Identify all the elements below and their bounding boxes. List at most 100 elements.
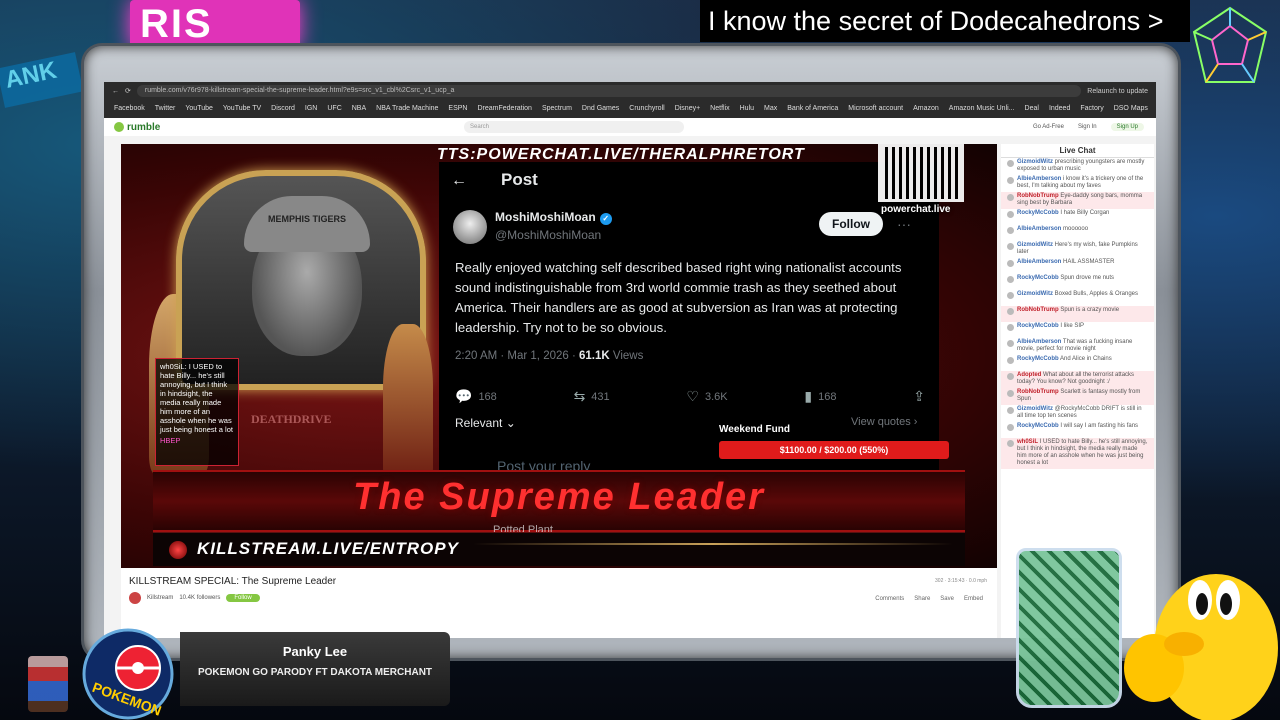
bookmark-item[interactable]: YouTube TV [223, 105, 261, 112]
chat-message: RockyMcCobb I like SIP [1001, 322, 1154, 338]
avatar [453, 210, 487, 244]
bookmark-item[interactable]: Max [764, 105, 777, 112]
repost-icon: ⇆ [573, 388, 586, 404]
relaunch-button[interactable]: Relaunch to update [1087, 88, 1148, 95]
video-action-share[interactable]: Share [914, 596, 930, 602]
chat-username[interactable]: AlbieAmberson [1017, 339, 1061, 345]
back-icon[interactable]: ← [112, 88, 119, 95]
video-action-comments[interactable]: Comments [875, 596, 904, 602]
chat-text: I will say I am fasting his fans [1060, 423, 1139, 429]
rumble-logo-icon [114, 121, 124, 132]
neon-side-sign: ANK [0, 52, 84, 108]
bookmark-item[interactable]: Facebook [114, 105, 145, 112]
chat-username[interactable]: GizmoidWitz [1017, 242, 1053, 248]
bookmark-item[interactable]: Bank of America [787, 105, 838, 112]
chat-username[interactable]: wh0SiL [1017, 439, 1038, 445]
bookmark-item[interactable]: Dnd Games [582, 105, 619, 112]
bookmark-item[interactable]: Deal [1025, 105, 1039, 112]
bookmark-item[interactable]: Indeed [1049, 105, 1070, 112]
video-action-embed[interactable]: Embed [964, 596, 983, 602]
channel-avatar[interactable] [129, 592, 141, 604]
more-icon[interactable]: ··· [897, 216, 911, 232]
chat-username[interactable]: RockyMcCobb [1017, 356, 1059, 362]
address-bar[interactable]: rumble.com/v76r978-killstream-special-th… [136, 85, 1082, 97]
tweet-actions: 💬 168 ⇆ 431 ♡ 3.6K ▮ 168 ⇪ [455, 388, 925, 405]
bookmark-item[interactable]: Hulu [740, 105, 754, 112]
chat-username[interactable]: RobNobTrump [1017, 193, 1059, 199]
go-ad-free-link[interactable]: Go Ad-Free [1033, 124, 1064, 130]
bookmark-item[interactable]: Disney+ [675, 105, 700, 112]
bookmark-item[interactable]: ESPN [448, 105, 467, 112]
chat-message: AlbieAmberson HAIL ASSMASTER [1001, 258, 1154, 274]
chat-username[interactable]: AlbieAmberson [1017, 259, 1061, 265]
chat-username[interactable]: Adopted [1017, 372, 1041, 378]
follow-button[interactable]: Follow [819, 212, 883, 236]
chat-message: RockyMcCobb I will say I am fasting his … [1001, 422, 1154, 438]
sort-relevant-dropdown[interactable]: Relevant ⌄ [455, 416, 516, 430]
bookmark-item[interactable]: UFC [327, 105, 341, 112]
chat-username[interactable]: GizmoidWitz [1017, 406, 1053, 412]
chat-username[interactable]: GizmoidWitz [1017, 159, 1053, 165]
bookmark-item[interactable]: Crunchyroll [629, 105, 664, 112]
bookmark-item[interactable]: YouTube [185, 105, 213, 112]
bookmark-item[interactable]: DSO Maps [1114, 105, 1148, 112]
search-input[interactable]: Search [464, 121, 684, 133]
chat-username[interactable]: RobNobTrump [1017, 307, 1059, 313]
tweet-text: Really enjoyed watching self described b… [455, 260, 902, 335]
chat-username[interactable]: RockyMcCobb [1017, 423, 1059, 429]
chat-message: wh0SiL I USED to hate Billy... he's stil… [1001, 438, 1154, 469]
bookmark-item[interactable]: Amazon Music Unli... [949, 105, 1015, 112]
rumble-logo[interactable]: rumble [114, 122, 160, 133]
bookmark-item[interactable]: Spectrum [542, 105, 572, 112]
bookmark-button[interactable]: ▮ 168 [804, 388, 836, 405]
chat-text: HAIL ASSMASTER [1063, 259, 1115, 265]
like-button[interactable]: ♡ 3.6K [686, 388, 727, 405]
overlay-caption: I know the secret of Dodecahedrons > [700, 0, 1190, 42]
chat-username[interactable]: RockyMcCobb [1017, 210, 1059, 216]
chat-text: And Alice in Chains [1060, 356, 1112, 362]
chat-username[interactable]: RockyMcCobb [1017, 323, 1059, 329]
chat-message: AlbieAmberson i know it's a trickery one… [1001, 175, 1154, 192]
bookmark-icon: ▮ [804, 388, 813, 404]
fund-progress-bar: $1100.00 / $200.00 (550%) [719, 441, 949, 459]
bookmark-item[interactable]: Twitter [155, 105, 176, 112]
heart-icon: ♡ [686, 388, 699, 404]
bookmark-item[interactable]: NBA [352, 105, 366, 112]
channel-follow-button[interactable]: Follow [226, 594, 260, 602]
chat-text: Spun drove me nuts [1060, 275, 1115, 281]
reload-icon[interactable]: ⟳ [125, 87, 131, 95]
chat-username[interactable]: AlbieAmberson [1017, 176, 1061, 182]
chat-username[interactable]: GizmoidWitz [1017, 291, 1053, 297]
chat-username[interactable]: AlbieAmberson [1017, 226, 1061, 232]
bookmark-item[interactable]: Factory [1080, 105, 1103, 112]
chat-bubble-tag: HBEP [160, 436, 181, 445]
share-button[interactable]: ⇪ [913, 388, 925, 405]
bookmark-item[interactable]: NBA Trade Machine [376, 105, 438, 112]
bookmark-item[interactable]: Microsoft account [848, 105, 903, 112]
chat-message: GizmoidWitz Here's my wish, fake Pumpkin… [1001, 241, 1154, 258]
sign-up-button[interactable]: Sign Up [1110, 123, 1144, 131]
reply-button[interactable]: 💬 168 [455, 388, 497, 405]
channel-name[interactable]: Killstream [147, 595, 173, 601]
ornament-divider [473, 543, 953, 545]
record-icon [169, 541, 187, 559]
chat-username[interactable]: RockyMcCobb [1017, 275, 1059, 281]
browser-window: ← ⟳ rumble.com/v76r978-killstream-specia… [104, 82, 1156, 638]
sign-in-link[interactable]: Sign In [1078, 124, 1097, 130]
bookmark-item[interactable]: Amazon [913, 105, 939, 112]
chat-message: GizmoidWitz @RockyMcCobb DRIFT is still … [1001, 405, 1154, 422]
chat-message-list[interactable]: GizmoidWitz prescribing youngsters are m… [1001, 158, 1154, 469]
bookmark-item[interactable]: DreamFederation [477, 105, 531, 112]
neon-sign: RIS [130, 0, 300, 48]
bookmark-item[interactable]: IGN [305, 105, 317, 112]
bookmark-item[interactable]: Netflix [710, 105, 729, 112]
video-player[interactable]: TTS:POWERCHAT.LIVE/THERALPHRETORT MEMPHI… [121, 144, 997, 568]
chat-text: Boxed Bulls, Apples & Oranges [1054, 291, 1139, 297]
bookmark-item[interactable]: Discord [271, 105, 295, 112]
verified-icon: ✓ [599, 213, 612, 225]
video-action-save[interactable]: Save [940, 596, 954, 602]
chat-username[interactable]: RobNobTrump [1017, 389, 1059, 395]
streamer-cap: MEMPHIS TIGERS [244, 196, 370, 252]
repost-button[interactable]: ⇆ 431 [574, 388, 610, 405]
back-arrow-icon[interactable]: ← [451, 172, 467, 190]
